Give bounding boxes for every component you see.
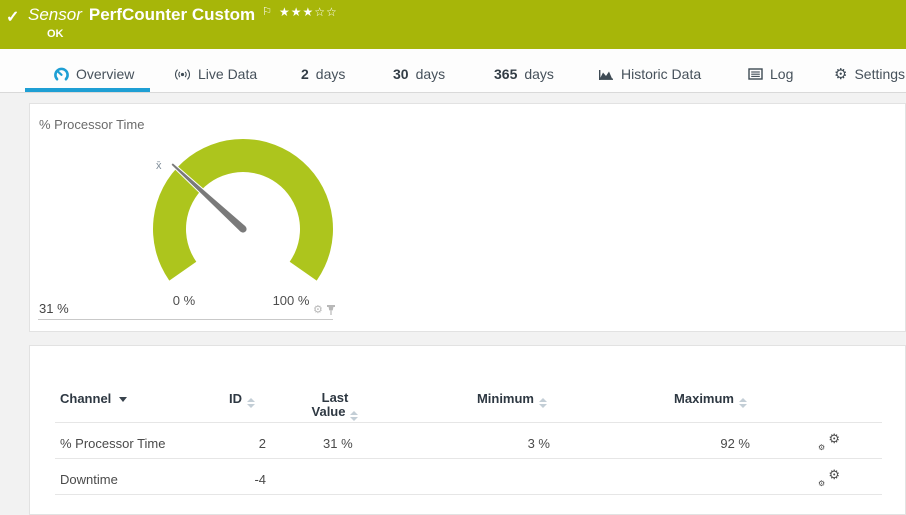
channel-minimum: 3 % — [450, 436, 550, 451]
tab-overview[interactable]: Overview — [54, 63, 134, 85]
channel-id: -4 — [180, 472, 266, 487]
gauge-widget-divider — [38, 319, 333, 320]
sort-arrows-icon — [350, 411, 358, 421]
column-header-maximum-label: Maximum — [674, 391, 734, 406]
status-ok-check-icon: ✓ — [6, 7, 19, 27]
tab-live-data-label: Live Data — [198, 66, 257, 82]
column-header-id[interactable]: ID — [170, 391, 255, 408]
tab-overview-label: Overview — [76, 66, 134, 82]
gauge-icon — [54, 67, 69, 82]
active-tab-indicator — [25, 88, 150, 92]
historic-chart-icon — [598, 68, 614, 81]
channel-settings-gears-icon[interactable]: ⚙ ⚙ — [818, 470, 840, 487]
tab-30-days[interactable]: 30 days — [393, 63, 445, 85]
priority-flag-icon[interactable]: ⚐ — [262, 6, 272, 19]
widget-gear-icon[interactable]: ⚙ — [313, 304, 323, 316]
tab-2-days[interactable]: 2 days — [301, 63, 345, 85]
tab-settings[interactable]: ⚙ Settings — [834, 63, 905, 85]
priority-stars-rating[interactable]: ★★★☆☆ — [279, 6, 338, 19]
log-list-icon — [748, 68, 763, 80]
gauge-arc — [153, 139, 333, 281]
tab-historic-data-label: Historic Data — [621, 66, 701, 82]
table-header-divider — [55, 422, 882, 423]
tab-2-days-number: 2 — [301, 66, 309, 82]
gear-icon: ⚙ — [828, 468, 840, 482]
tab-log-label: Log — [770, 66, 793, 82]
gauge-scale-min: 0 % — [164, 293, 204, 308]
sensor-status-badge: OK — [47, 28, 64, 40]
gauge-current-value: 31 % — [39, 301, 69, 316]
channel-maximum: 92 % — [650, 436, 750, 451]
tab-365-days-number: 365 — [494, 66, 517, 82]
column-header-maximum[interactable]: Maximum — [622, 391, 747, 408]
gauge-scale-max: 100 % — [266, 293, 316, 308]
channel-name: % Processor Time — [60, 436, 165, 451]
tab-30-days-label: days — [416, 66, 446, 82]
sort-active-caret-icon — [119, 397, 127, 402]
column-header-last-label: Last — [290, 391, 380, 405]
gauge-channel-title: % Processor Time — [39, 117, 144, 132]
channel-table-panel: Channel ID Last Value Minimum Maximum % … — [29, 345, 906, 515]
sensor-title-row: Sensor PerfCounter Custom ⚐ ★★★☆☆ — [28, 5, 338, 25]
widget-pin-icon[interactable] — [326, 304, 336, 316]
settings-gear-icon: ⚙ — [834, 67, 847, 82]
gauge-widget-tools: ⚙ — [313, 304, 336, 316]
gauge-panel: % Processor Time x̄ 0 % 100 % 31 % ⚙ — [29, 103, 906, 332]
column-header-id-label: ID — [229, 391, 242, 406]
tab-historic-data[interactable]: Historic Data — [598, 63, 701, 85]
column-header-minimum[interactable]: Minimum — [422, 391, 547, 408]
live-signal-icon — [174, 68, 191, 81]
tab-log[interactable]: Log — [748, 63, 793, 85]
table-row-divider — [55, 458, 882, 459]
tab-settings-label: Settings — [854, 66, 905, 82]
column-header-channel[interactable]: Channel — [60, 391, 127, 406]
column-header-channel-label: Channel — [60, 391, 111, 406]
sort-arrows-icon — [247, 398, 255, 408]
gear-icon: ⚙ — [828, 432, 840, 446]
tab-365-days[interactable]: 365 days — [494, 63, 554, 85]
gauge-mean-marker: x̄ — [156, 160, 162, 172]
sort-arrows-icon — [739, 398, 747, 408]
sensor-header: ✓ Sensor PerfCounter Custom ⚐ ★★★☆☆ OK — [0, 0, 906, 49]
gauge-chart — [133, 124, 353, 294]
channel-last-value: 31 % — [323, 436, 353, 451]
gear-icon: ⚙ — [818, 479, 825, 488]
tab-2-days-label: days — [316, 66, 346, 82]
gauge-needle-hub — [239, 225, 246, 232]
column-header-last-value[interactable]: Last Value — [290, 391, 380, 421]
tab-bar: Overview Live Data 2 days 30 days 365 da… — [0, 49, 906, 93]
channel-settings-gears-icon[interactable]: ⚙ ⚙ — [818, 434, 840, 451]
channel-id: 2 — [180, 436, 266, 451]
page-title: PerfCounter Custom — [89, 5, 255, 25]
tab-30-days-number: 30 — [393, 66, 409, 82]
sort-arrows-icon — [539, 398, 547, 408]
tab-365-days-label: days — [524, 66, 554, 82]
object-kind-label: Sensor — [28, 5, 82, 25]
column-header-value-label: Value — [312, 404, 346, 419]
column-header-minimum-label: Minimum — [477, 391, 534, 406]
channel-name: Downtime — [60, 472, 118, 487]
tab-live-data[interactable]: Live Data — [174, 63, 257, 85]
gear-icon: ⚙ — [818, 443, 825, 452]
